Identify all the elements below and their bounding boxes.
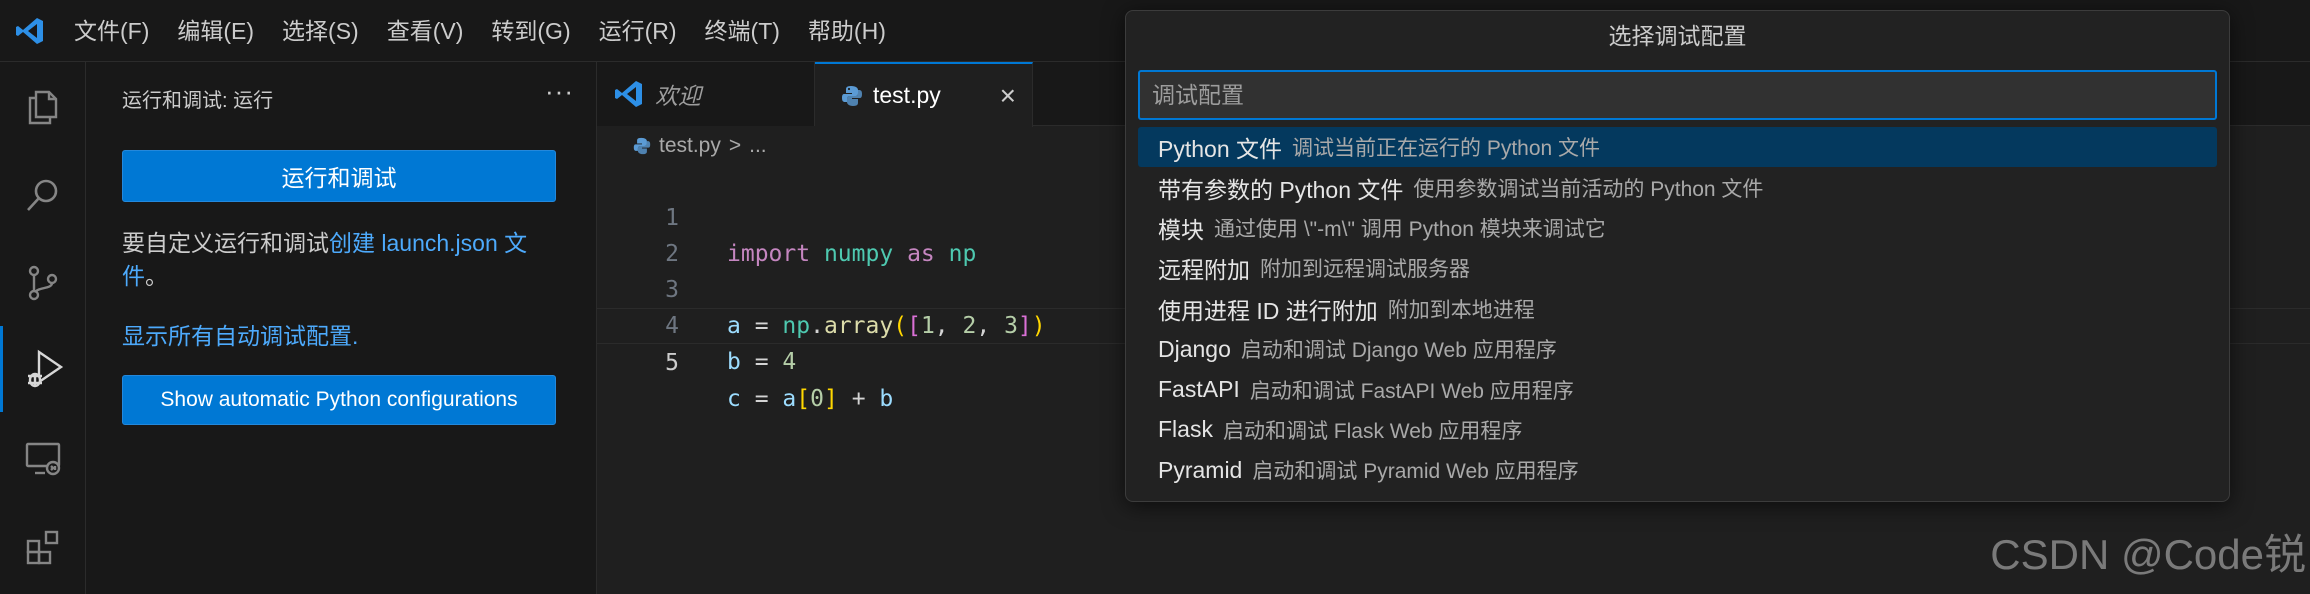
config-item-remote-attach[interactable]: 远程附加 附加到远程调试服务器	[1138, 248, 2217, 288]
menu-edit[interactable]: 编辑(E)	[163, 0, 268, 62]
line-number: 5	[665, 350, 679, 376]
vscode-logo-icon	[0, 0, 60, 62]
config-item-desc: 使用参数调试当前活动的 Python 文件	[1413, 177, 1764, 201]
operator-token: =	[740, 386, 783, 412]
config-item-desc: 调试当前正在运行的 Python 文件	[1292, 137, 1601, 161]
activity-bar	[0, 62, 86, 594]
run-debug-sidebar: 运行和调试: 运行 ··· 运行和调试 要自定义运行和调试创建 launch.j…	[86, 62, 597, 594]
variable-token: c	[727, 386, 741, 412]
customize-text: 要自定义运行和调试创建 launch.json 文件。	[122, 227, 562, 293]
config-item-label: 模块	[1158, 216, 1204, 243]
show-all-configs-suffix: .	[352, 323, 359, 349]
config-item-label: 带有参数的 Python 文件	[1158, 176, 1404, 203]
run-debug-icon[interactable]	[0, 326, 86, 412]
config-item-label: Flask	[1158, 416, 1213, 443]
config-item-python-file[interactable]: Python 文件 调试当前正在运行的 Python 文件	[1138, 127, 2217, 168]
python-file-icon	[841, 85, 863, 107]
run-and-debug-button[interactable]: 运行和调试	[122, 150, 556, 202]
menu-view[interactable]: 查看(V)	[373, 0, 478, 62]
config-item-flask[interactable]: Flask 启动和调试 Flask Web 应用程序	[1138, 410, 2217, 450]
config-item-desc: 启动和调试 Pyramid Web 应用程序	[1252, 460, 1579, 484]
menu-go[interactable]: 转到(G)	[477, 0, 584, 62]
variable-token: a	[782, 386, 797, 412]
operator-token: =	[740, 349, 783, 375]
debug-config-search-input[interactable]	[1138, 70, 2217, 120]
tab-test-label: test.py	[873, 82, 941, 108]
config-item-label: Pyramid	[1158, 456, 1243, 483]
remote-explorer-icon[interactable]	[0, 416, 86, 502]
menu-terminal[interactable]: 终端(T)	[691, 0, 794, 62]
config-item-django[interactable]: Django 启动和调试 Django Web 应用程序	[1138, 329, 2217, 369]
debug-config-quick-pick: 选择调试配置 Python 文件 调试当前正在运行的 Python 文件 带有参…	[1125, 10, 2230, 502]
show-all-configs-link[interactable]: 显示所有自动调试配置	[122, 323, 352, 349]
variable-token: b	[879, 386, 894, 412]
breadcrumb-symbols[interactable]: ...	[749, 134, 767, 158]
menu-selection[interactable]: 选择(S)	[268, 0, 373, 62]
number-token: 4	[782, 349, 797, 375]
customize-text-prefix: 要自定义运行和调试	[122, 230, 329, 256]
config-item-label: 远程附加	[1158, 257, 1250, 284]
config-item-label: 使用进程 ID 进行附加	[1158, 297, 1378, 324]
csdn-watermark: CSDN @Code锐	[1990, 531, 2306, 578]
tab-welcome[interactable]: 欢迎	[597, 62, 815, 126]
config-item-fastapi[interactable]: FastAPI 启动和调试 FastAPI Web 应用程序	[1138, 369, 2217, 409]
menu-file[interactable]: 文件(F)	[60, 0, 163, 62]
menu-items: 文件(F) 编辑(E) 选择(S) 查看(V) 转到(G) 运行(R) 终端(T…	[60, 0, 900, 62]
python-file-icon	[633, 137, 651, 155]
close-icon[interactable]: ×	[1000, 80, 1016, 112]
number-token: 0	[810, 386, 824, 412]
search-icon[interactable]	[0, 152, 86, 238]
config-item-label: Python 文件	[1158, 136, 1282, 163]
vscode-logo-icon	[613, 78, 645, 110]
customize-text-suffix: 。	[145, 263, 168, 289]
config-item-module[interactable]: 模块 通过使用 \"-m\" 调用 Python 模块来调试它	[1138, 208, 2217, 248]
breadcrumb-file[interactable]: test.py	[659, 134, 721, 158]
menu-help[interactable]: 帮助(H)	[794, 0, 900, 62]
line-content: b = 4	[727, 344, 796, 380]
line-content: c = a[0] + b	[727, 381, 893, 417]
config-item-python-file-args[interactable]: 带有参数的 Python 文件 使用参数调试当前活动的 Python 文件	[1138, 167, 2217, 207]
variable-token: b	[727, 349, 741, 375]
extensions-icon[interactable]	[0, 504, 86, 590]
config-item-desc: 附加到本地进程	[1387, 298, 1535, 322]
config-item-label: Django	[1158, 335, 1231, 362]
debug-config-list: Python 文件 调试当前正在运行的 Python 文件 带有参数的 Pyth…	[1138, 127, 2217, 491]
config-item-attach-pid[interactable]: 使用进程 ID 进行附加 附加到本地进程	[1138, 289, 2217, 329]
config-item-desc: 启动和调试 FastAPI Web 应用程序	[1249, 379, 1574, 403]
quick-pick-title: 选择调试配置	[1608, 23, 1747, 49]
breadcrumb: test.py > ...	[633, 134, 767, 158]
show-all-configs: 显示所有自动调试配置.	[122, 317, 358, 351]
config-item-label: FastAPI	[1158, 376, 1240, 403]
show-python-configs-button[interactable]: Show automatic Python configurations	[122, 375, 556, 425]
config-item-desc: 附加到远程调试服务器	[1260, 258, 1470, 282]
breadcrumb-separator: >	[728, 134, 742, 157]
bracket-token: ]	[823, 386, 838, 412]
menu-run[interactable]: 运行(R)	[585, 0, 691, 62]
source-control-icon[interactable]	[0, 240, 86, 326]
operator-token: +	[837, 386, 880, 412]
tab-test-py[interactable]: test.py ×	[815, 62, 1033, 127]
explorer-icon[interactable]	[0, 64, 86, 150]
config-item-desc: 通过使用 \"-m\" 调用 Python 模块来调试它	[1214, 217, 1606, 241]
config-item-desc: 启动和调试 Django Web 应用程序	[1240, 339, 1557, 363]
config-item-pyramid[interactable]: Pyramid 启动和调试 Pyramid Web 应用程序	[1138, 450, 2217, 490]
bracket-token: [	[796, 386, 811, 412]
config-item-desc: 启动和调试 Flask Web 应用程序	[1222, 419, 1523, 443]
sidebar-title: 运行和调试: 运行	[122, 90, 274, 112]
more-actions-icon[interactable]: ···	[545, 76, 574, 107]
tab-welcome-label: 欢迎	[655, 83, 701, 109]
